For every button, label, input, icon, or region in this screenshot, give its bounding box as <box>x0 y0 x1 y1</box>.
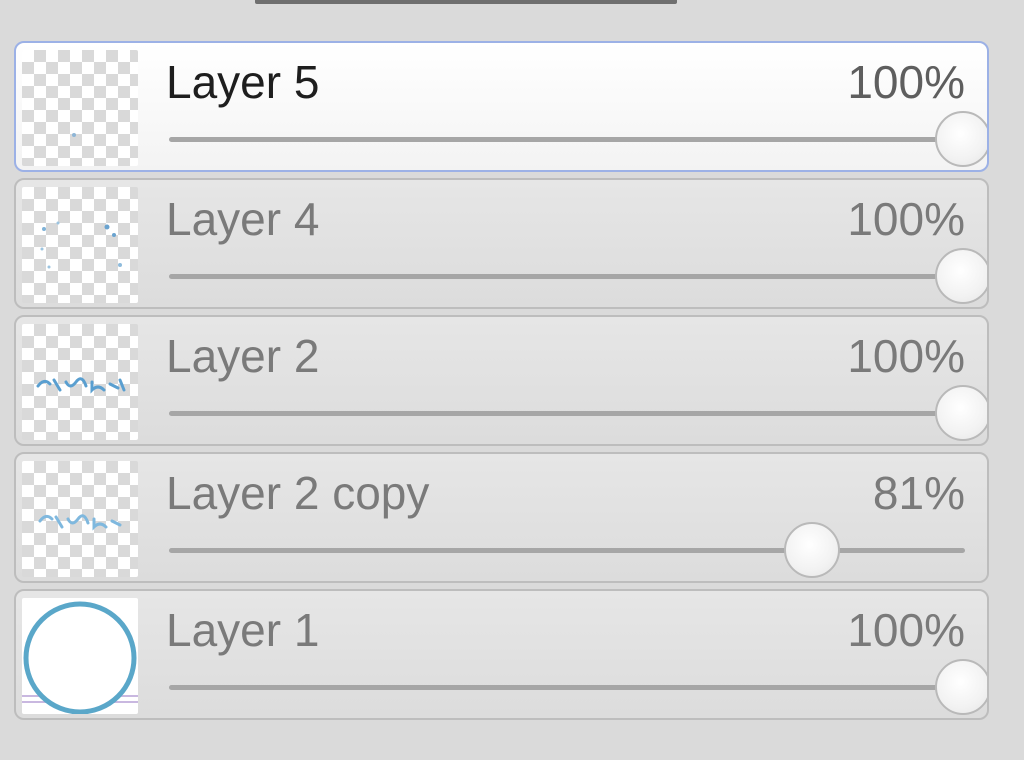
opacity-slider-thumb[interactable] <box>935 385 987 441</box>
opacity-slider-track[interactable] <box>169 274 965 279</box>
opacity-slider-track[interactable] <box>169 411 965 416</box>
opacity-slider-track[interactable] <box>169 685 965 690</box>
layer-opacity-value: 100% <box>847 330 965 382</box>
panel-tab-indicator <box>255 0 677 4</box>
opacity-slider[interactable] <box>169 111 987 167</box>
layer-row-layer-5[interactable]: Layer 5 100% <box>14 41 989 172</box>
opacity-slider[interactable] <box>169 385 987 441</box>
opacity-slider[interactable] <box>169 659 987 715</box>
layer-row-layer-4[interactable]: Layer 4 100% <box>14 178 989 309</box>
layer-thumbnail <box>22 598 138 714</box>
layer-row-layer-1[interactable]: Layer 1 100% <box>14 589 989 720</box>
opacity-slider-track[interactable] <box>169 548 965 553</box>
layer-opacity-value: 100% <box>847 193 965 245</box>
opacity-slider[interactable] <box>169 248 987 304</box>
opacity-slider-thumb[interactable] <box>783 522 840 578</box>
layer-name: Layer 2 <box>166 330 320 382</box>
layer-row-layer-2[interactable]: Layer 2 100% <box>14 315 989 446</box>
layer-name: Layer 5 <box>166 56 320 108</box>
layer-thumbnail <box>22 187 138 303</box>
opacity-slider-thumb[interactable] <box>935 659 987 715</box>
layer-opacity-value: 100% <box>847 56 965 108</box>
layer-name: Layer 2 copy <box>166 467 430 519</box>
layer-opacity-value: 100% <box>847 604 965 656</box>
thumbnail-content-icon <box>38 514 122 531</box>
layer-opacity-value: 81% <box>872 467 965 519</box>
layer-name: Layer 4 <box>166 193 320 245</box>
thumbnail-content-icon <box>40 221 122 269</box>
opacity-slider-track[interactable] <box>169 137 965 142</box>
opacity-slider-thumb[interactable] <box>935 111 987 167</box>
thumbnail-circle-icon <box>22 601 138 714</box>
layer-thumbnail <box>22 461 138 577</box>
thumbnail-content-icon <box>72 133 76 137</box>
thumbnail-content-icon <box>36 377 126 394</box>
opacity-slider[interactable] <box>169 522 965 578</box>
layer-thumbnail <box>22 50 138 166</box>
layer-row-layer-2-copy[interactable]: Layer 2 copy 81% <box>14 452 989 583</box>
layer-name: Layer 1 <box>166 604 320 656</box>
layer-thumbnail <box>22 324 138 440</box>
opacity-slider-thumb[interactable] <box>935 248 987 304</box>
layers-list: Layer 5 100% Layer 4 100% Layer 2 100% L… <box>14 41 989 726</box>
